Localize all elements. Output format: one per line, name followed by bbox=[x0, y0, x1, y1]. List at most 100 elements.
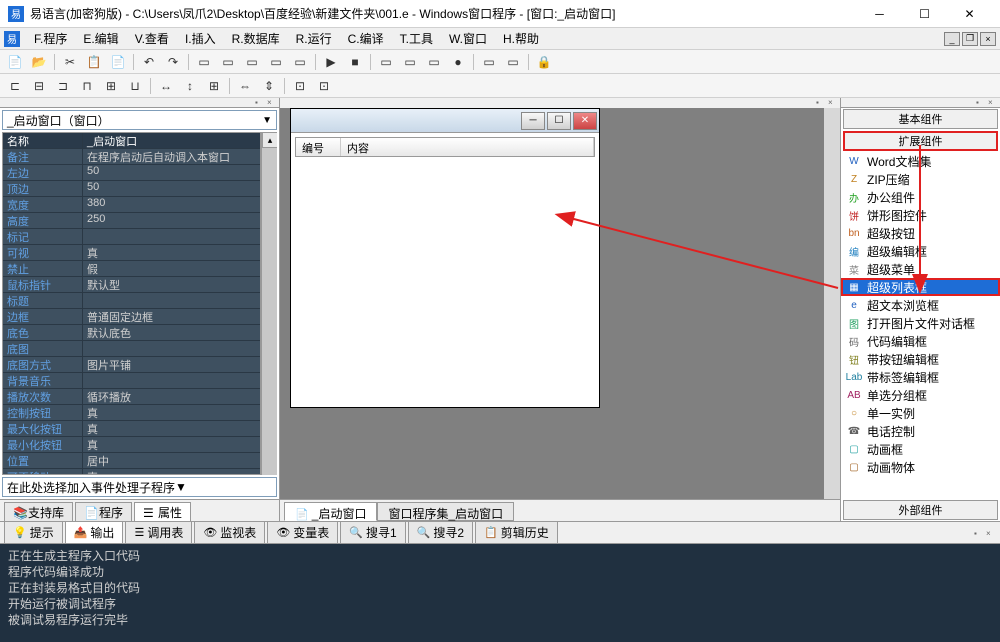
panel-pin-icon[interactable]: ▪ bbox=[816, 98, 826, 106]
lv-col-content[interactable]: 内容 bbox=[341, 138, 594, 156]
event-selector[interactable]: 在此处选择加入事件处理子程序 ▼ bbox=[2, 477, 277, 497]
property-row[interactable]: 鼠标指针默认型 bbox=[3, 277, 260, 293]
prop-value[interactable]: 假 bbox=[83, 261, 260, 276]
tab-search2[interactable]: 🔍 搜寻2 bbox=[408, 521, 473, 544]
property-row[interactable]: 标题 bbox=[3, 293, 260, 309]
toolbox-item[interactable]: ▢动画框 bbox=[841, 440, 1000, 458]
tb-btn-3[interactable]: ▭ bbox=[241, 52, 263, 72]
property-row[interactable]: 位置居中 bbox=[3, 453, 260, 469]
menu-run[interactable]: R.运行 bbox=[288, 28, 340, 49]
same-width-button[interactable]: ↔ bbox=[155, 76, 177, 96]
tb-btn-7[interactable]: ▭ bbox=[399, 52, 421, 72]
tab-search1[interactable]: 🔍 搜寻1 bbox=[340, 521, 405, 544]
prop-value[interactable]: 真 bbox=[83, 405, 260, 420]
prop-value[interactable]: 普通固定边框 bbox=[83, 309, 260, 324]
panel-close-icon[interactable]: × bbox=[828, 98, 838, 106]
menu-window[interactable]: W.窗口 bbox=[441, 28, 495, 49]
prop-value[interactable]: 默认底色 bbox=[83, 325, 260, 340]
dist-h-button[interactable]: ⇔ bbox=[234, 76, 256, 96]
toolbox-item[interactable]: WWord文档集 bbox=[841, 152, 1000, 170]
property-row[interactable]: 控制按钮真 bbox=[3, 405, 260, 421]
tb-btn-11[interactable]: ▭ bbox=[502, 52, 524, 72]
property-row[interactable]: 底色默认底色 bbox=[3, 325, 260, 341]
prop-value[interactable]: 50 bbox=[83, 181, 260, 196]
property-row[interactable]: 标记 bbox=[3, 229, 260, 245]
output-text[interactable]: 正在生成主程序入口代码程序代码编译成功正在封装易格式目的代码开始运行被调试程序被… bbox=[0, 544, 1000, 642]
prop-value[interactable] bbox=[83, 341, 260, 356]
menu-view[interactable]: V.查看 bbox=[127, 28, 177, 49]
mdi-minimize[interactable]: _ bbox=[944, 32, 960, 46]
toolbox-cat-basic[interactable]: 基本组件 bbox=[843, 109, 998, 129]
toolbox-item[interactable]: ☎电话控制 bbox=[841, 422, 1000, 440]
toolbox-item[interactable]: ▦超级列表框 bbox=[841, 278, 1000, 296]
tb-btn-10[interactable]: ▭ bbox=[478, 52, 500, 72]
form-close-button[interactable]: ✕ bbox=[573, 112, 597, 130]
cut-button[interactable]: ✂ bbox=[59, 52, 81, 72]
panel-close-icon[interactable]: × bbox=[986, 529, 996, 537]
prop-value[interactable]: 居中 bbox=[83, 453, 260, 468]
tab-clip[interactable]: 📋 剪辑历史 bbox=[475, 521, 558, 544]
property-row[interactable]: 最大化按钮真 bbox=[3, 421, 260, 437]
panel-close-icon[interactable]: × bbox=[988, 98, 998, 106]
property-row[interactable]: 可否移动真 bbox=[3, 469, 260, 475]
super-listview-control[interactable]: 编号 内容 bbox=[295, 137, 595, 157]
design-form[interactable]: ─ ☐ ✕ 编号 内容 bbox=[290, 108, 600, 408]
toolbox-item[interactable]: Lab带标签编辑框 bbox=[841, 368, 1000, 386]
tb-btn-9[interactable]: ● bbox=[447, 52, 469, 72]
align-right-button[interactable]: ⊐ bbox=[52, 76, 74, 96]
toolbox-item[interactable]: 菜超级菜单 bbox=[841, 260, 1000, 278]
tab-support-lib[interactable]: 📚支持库 bbox=[4, 502, 73, 521]
tab-calls[interactable]: ☰ 调用表 bbox=[125, 521, 192, 544]
property-row[interactable]: 顶边50 bbox=[3, 181, 260, 197]
redo-button[interactable]: ↷ bbox=[162, 52, 184, 72]
lv-col-id[interactable]: 编号 bbox=[296, 138, 341, 156]
tab-watch[interactable]: 👁 监视表 bbox=[194, 521, 265, 544]
prop-value[interactable]: 真 bbox=[83, 421, 260, 436]
prop-value[interactable] bbox=[83, 293, 260, 308]
run-button[interactable]: ▶ bbox=[320, 52, 342, 72]
prop-value[interactable]: 50 bbox=[83, 165, 260, 180]
menu-database[interactable]: R.数据库 bbox=[224, 28, 288, 49]
tab-startup-window[interactable]: 📄 _启动窗口 bbox=[284, 502, 377, 521]
tb-btn-4[interactable]: ▭ bbox=[265, 52, 287, 72]
toolbox-item[interactable]: 图打开图片文件对话框 bbox=[841, 314, 1000, 332]
tb-btn-6[interactable]: ▭ bbox=[375, 52, 397, 72]
form-maximize-button[interactable]: ☐ bbox=[547, 112, 571, 130]
copy-button[interactable]: 📋 bbox=[83, 52, 105, 72]
tab-properties[interactable]: ☰属性 bbox=[134, 502, 191, 521]
dist-v-button[interactable]: ⇕ bbox=[258, 76, 280, 96]
tab-tips[interactable]: 💡 提示 bbox=[4, 521, 63, 544]
undo-button[interactable]: ↶ bbox=[138, 52, 160, 72]
menu-program[interactable]: F.程序 bbox=[26, 28, 75, 49]
toolbox-item[interactable]: 码代码编辑框 bbox=[841, 332, 1000, 350]
align-left-button[interactable]: ⊏ bbox=[4, 76, 26, 96]
new-button[interactable]: 📄 bbox=[4, 52, 26, 72]
tb-btn-5[interactable]: ▭ bbox=[289, 52, 311, 72]
mdi-restore[interactable]: ❐ bbox=[962, 32, 978, 46]
property-row[interactable]: 可视真 bbox=[3, 245, 260, 261]
align-top-button[interactable]: ⊓ bbox=[76, 76, 98, 96]
menu-tools[interactable]: T.工具 bbox=[392, 28, 441, 49]
property-row[interactable]: 宽度380 bbox=[3, 197, 260, 213]
toolbox-cat-external[interactable]: 外部组件 bbox=[843, 500, 998, 520]
toolbox-item[interactable]: 办办公组件 bbox=[841, 188, 1000, 206]
close-button[interactable]: ✕ bbox=[947, 0, 992, 28]
toolbox-item[interactable]: ○单一实例 bbox=[841, 404, 1000, 422]
center-v-button[interactable]: ⊡ bbox=[313, 76, 335, 96]
menu-help[interactable]: H.帮助 bbox=[495, 28, 547, 49]
prop-value[interactable] bbox=[83, 373, 260, 388]
prop-value[interactable]: 真 bbox=[83, 469, 260, 475]
property-row[interactable]: 备注在程序启动后自动调入本窗口 bbox=[3, 149, 260, 165]
property-row[interactable]: 高度250 bbox=[3, 213, 260, 229]
panel-pin-icon[interactable]: ▪ bbox=[255, 98, 265, 106]
panel-pin-icon[interactable]: ▪ bbox=[974, 529, 984, 537]
menu-compile[interactable]: C.编译 bbox=[340, 28, 392, 49]
property-row[interactable]: 播放次数循环播放 bbox=[3, 389, 260, 405]
prop-value[interactable]: 循环播放 bbox=[83, 389, 260, 404]
prop-value[interactable]: 在程序启动后自动调入本窗口 bbox=[83, 149, 260, 164]
tab-window-procs[interactable]: 窗口程序集_启动窗口 bbox=[377, 502, 514, 521]
minimize-button[interactable]: ─ bbox=[857, 0, 902, 28]
property-row[interactable]: 底图 bbox=[3, 341, 260, 357]
align-middle-button[interactable]: ⊞ bbox=[100, 76, 122, 96]
property-row[interactable]: 禁止假 bbox=[3, 261, 260, 277]
